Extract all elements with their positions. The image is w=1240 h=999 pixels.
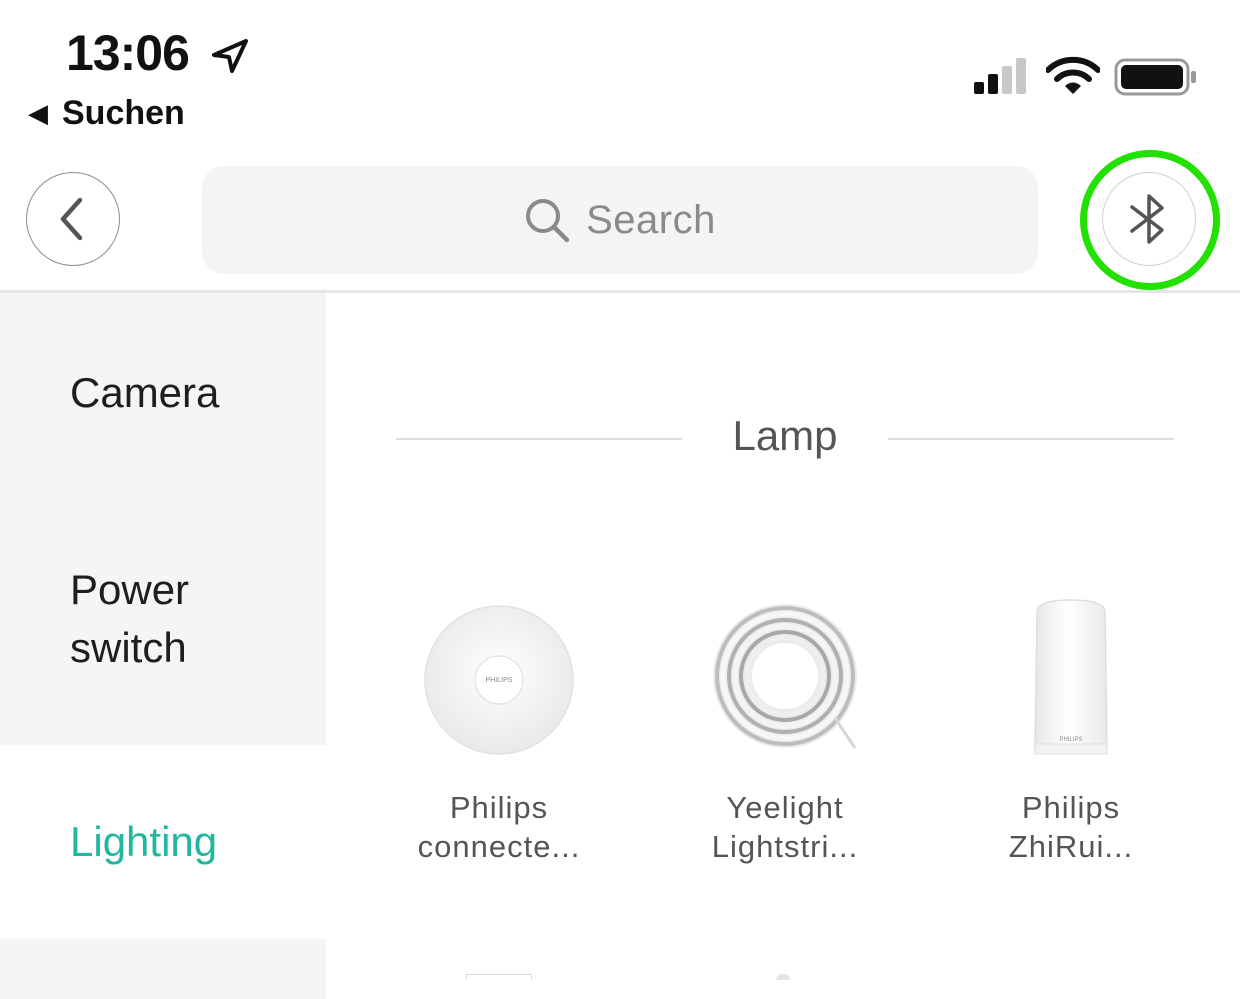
section-divider-left [396,438,682,440]
bluetooth-icon [1130,194,1164,244]
svg-text:PHILIPS: PHILIPS [1059,737,1082,743]
battery-icon [1114,58,1196,96]
product-name: Philips ZhiRui... [1008,790,1134,864]
product-card[interactable]: PHILIPS Philips connecte... [384,598,614,866]
product-name: Yeelight Lightstri... [711,790,859,864]
status-time: 13:06 [66,25,190,81]
next-product-thumbnail [466,974,532,980]
back-button[interactable] [26,172,120,266]
next-product-thumbnail [776,974,790,980]
product-card[interactable]: PHILIPS Philips ZhiRui... [956,598,1186,866]
back-to-app-link[interactable]: ◀ Suchen [28,94,185,133]
product-name: Philips connecte... [417,790,581,864]
sidebar-item-camera[interactable]: Camera [0,293,326,493]
chevron-left-icon [60,197,83,241]
svg-text:PHILIPS: PHILIPS [486,677,513,684]
sidebar-item-label: Camera [70,369,220,416]
product-card[interactable]: Yeelight Lightstri... [670,598,900,866]
location-arrow-icon [212,39,248,73]
section-divider-right [888,438,1174,440]
category-sidebar: Camera Power switch Lighting [0,293,326,999]
sidebar-item-next[interactable] [0,939,326,999]
light-strip-image [713,604,857,749]
search-icon [526,199,570,243]
search-input[interactable]: Search [202,166,1038,274]
sidebar-item-lighting[interactable]: Lighting [0,745,326,939]
sidebar-item-label: Lighting [70,818,218,865]
section-title: Lamp [732,412,838,459]
ceiling-lamp-image: PHILIPS [424,605,574,755]
cellular-signal-icon [974,58,1026,94]
wifi-icon [1046,56,1100,94]
search-placeholder: Search [586,197,716,242]
desk-lamp-image: PHILIPS [1034,599,1108,755]
back-triangle-icon: ◀ [28,98,48,128]
sidebar-item-power-switch[interactable]: Power switch [0,493,326,745]
bluetooth-button[interactable] [1102,172,1196,266]
sidebar-item-label: Power switch [70,566,190,671]
back-to-app-label: Suchen [62,94,185,132]
